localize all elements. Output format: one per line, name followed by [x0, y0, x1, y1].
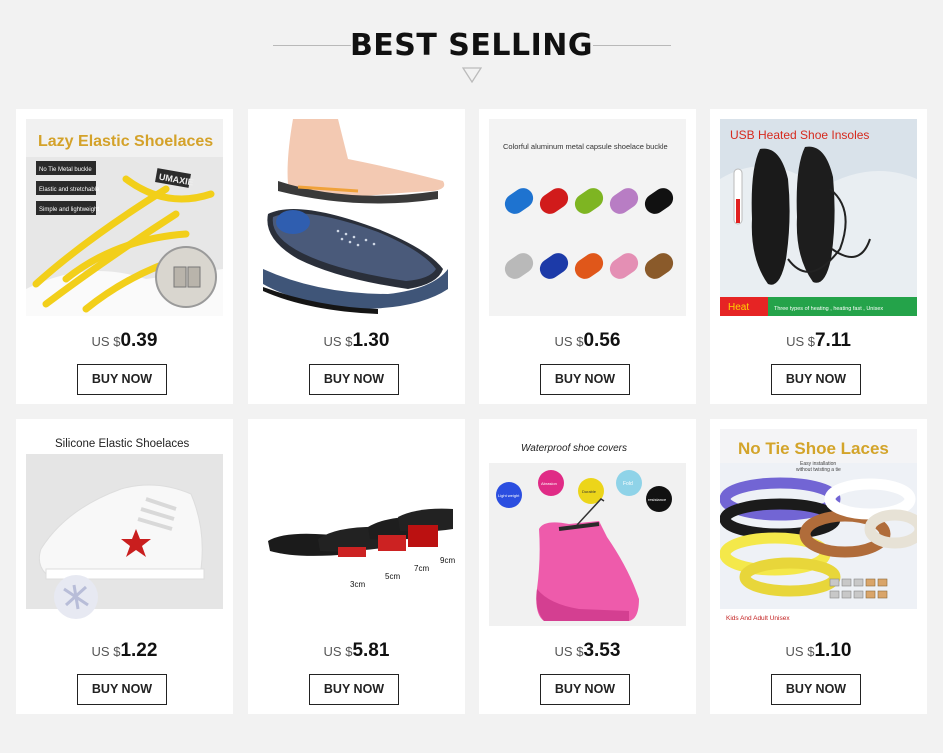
- price-value: 1.22: [120, 640, 158, 661]
- buy-now-button-4[interactable]: BUY NOW: [771, 364, 861, 395]
- product-image-4[interactable]: USB Heated Shoe Insoles Heat Three types…: [720, 119, 917, 316]
- currency-label: US $: [323, 334, 353, 349]
- down-triangle-icon: [462, 67, 482, 83]
- size-label-4: 9cm: [440, 556, 455, 565]
- buy-now-button-2[interactable]: BUY NOW: [309, 364, 399, 395]
- section-header: BEST SELLING: [0, 0, 943, 100]
- feature-2: Elastic and stretchable: [39, 187, 100, 193]
- size-label-2: 5cm: [385, 572, 400, 581]
- currency-label: US $: [554, 334, 584, 349]
- banner-right: Three types of heating , heating fast , …: [774, 306, 883, 312]
- bubble-2: Abrasion: [541, 481, 557, 486]
- feature-1: No Tie Metal buckle: [39, 167, 92, 173]
- bubble-3: Durable: [582, 489, 597, 494]
- price-value: 0.39: [120, 330, 158, 351]
- header-divider-right: [593, 45, 671, 46]
- product-card-8[interactable]: No Tie Shoe Laces Easy installation with…: [710, 419, 927, 714]
- price-8: US $1.10: [710, 640, 927, 662]
- product-image-3[interactable]: Colorful aluminum metal capsule shoelace…: [489, 119, 686, 316]
- price-value: 0.56: [583, 330, 621, 351]
- price-value: 3.53: [583, 640, 621, 661]
- buy-now-button-3[interactable]: BUY NOW: [540, 364, 630, 395]
- buy-now-button-6[interactable]: BUY NOW: [309, 674, 399, 705]
- banner-left: Heat: [728, 302, 749, 313]
- product-image-1[interactable]: Lazy Elastic Shoelaces No Tie Metal buck…: [26, 119, 223, 316]
- price-value: 1.10: [814, 640, 852, 661]
- image-caption: USB Heated Shoe Insoles: [730, 128, 869, 142]
- image-caption: Colorful aluminum metal capsule shoelace…: [503, 142, 668, 151]
- product-card-5[interactable]: Silicone Elastic Shoelaces US $1.22 BUY …: [16, 419, 233, 714]
- bubble-1: Light weight: [498, 493, 520, 498]
- image-caption: Lazy Elastic Shoelaces: [38, 133, 213, 150]
- product-image-8[interactable]: No Tie Shoe Laces Easy installation with…: [720, 429, 917, 626]
- image-caption: Waterproof shoe covers: [521, 443, 627, 454]
- buy-now-button-7[interactable]: BUY NOW: [540, 674, 630, 705]
- product-card-7[interactable]: Waterproof shoe covers Light weight Abra…: [479, 419, 696, 714]
- size-label-1: 3cm: [350, 580, 365, 589]
- currency-label: US $: [91, 334, 121, 349]
- section-title: BEST SELLING: [349, 28, 594, 63]
- price-value: 5.81: [352, 640, 390, 661]
- image-caption: Silicone Elastic Shoelaces: [55, 438, 189, 450]
- product-card-6[interactable]: 3cm 5cm 7cm 9cm US $5.81 BUY NOW: [248, 419, 465, 714]
- product-image-5[interactable]: Silicone Elastic Shoelaces: [26, 429, 223, 626]
- price-value: 1.30: [352, 330, 390, 351]
- image-caption: No Tie Shoe Laces: [738, 439, 889, 458]
- buy-now-button-5[interactable]: BUY NOW: [77, 674, 167, 705]
- product-card-2[interactable]: US $1.30 BUY NOW: [248, 109, 465, 404]
- currency-label: US $: [323, 644, 353, 659]
- price-6: US $5.81: [248, 640, 465, 662]
- buy-now-button-1[interactable]: BUY NOW: [77, 364, 167, 395]
- currency-label: US $: [786, 334, 815, 349]
- currency-label: US $: [91, 644, 121, 659]
- price-7: US $3.53: [479, 640, 696, 662]
- image-footer: Kids And Adult Unisex: [726, 615, 790, 622]
- product-card-4[interactable]: USB Heated Shoe Insoles Heat Three types…: [710, 109, 927, 404]
- subcaption-2: without twisting a tie: [796, 467, 841, 473]
- product-image-7[interactable]: Waterproof shoe covers Light weight Abra…: [489, 429, 686, 626]
- price-value: 7.11: [814, 330, 851, 351]
- product-card-1[interactable]: Lazy Elastic Shoelaces No Tie Metal buck…: [16, 109, 233, 404]
- price-4: US $7.11: [710, 330, 927, 352]
- currency-label: US $: [785, 644, 815, 659]
- bubble-4: Fold: [623, 481, 633, 487]
- feature-3: Simple and lightweight: [39, 207, 99, 213]
- currency-label: US $: [554, 644, 584, 659]
- product-image-6[interactable]: 3cm 5cm 7cm 9cm: [258, 429, 455, 626]
- product-image-2[interactable]: [258, 119, 455, 316]
- price-1: US $0.39: [16, 330, 233, 352]
- price-5: US $1.22: [16, 640, 233, 662]
- price-3: US $0.56: [479, 330, 696, 352]
- size-label-3: 7cm: [414, 564, 429, 573]
- buy-now-button-8[interactable]: BUY NOW: [771, 674, 861, 705]
- price-2: US $1.30: [248, 330, 465, 352]
- bubble-5: resistance: [648, 497, 667, 502]
- product-card-3[interactable]: Colorful aluminum metal capsule shoelace…: [479, 109, 696, 404]
